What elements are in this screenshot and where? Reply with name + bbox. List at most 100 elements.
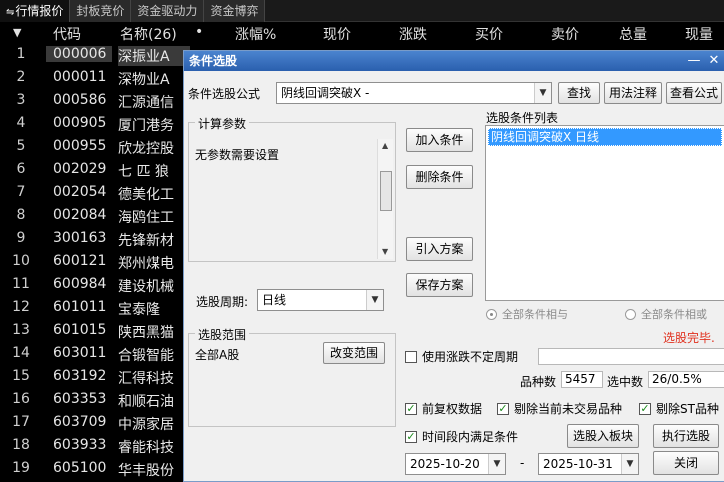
date-separator: -: [520, 456, 525, 470]
row-index: 1: [16, 46, 26, 62]
check-icon: ✓: [497, 401, 509, 415]
minimize-icon[interactable]: —: [686, 51, 702, 71]
date-to-picker[interactable]: 2025-10-31 ▼: [538, 453, 639, 475]
row-code: 000586: [53, 92, 107, 108]
row-code: 000905: [53, 115, 107, 131]
condition-list-title: 选股条件列表: [486, 111, 559, 125]
row-name: 中源家居: [118, 417, 174, 433]
tab-bar: 行情报价 封板竞价 资金驱动力 资金博弈: [0, 0, 724, 22]
execute-button[interactable]: 执行选股: [653, 424, 719, 448]
check-icon: ✓: [405, 429, 417, 443]
params-scrollbar[interactable]: ▲ ▼: [377, 139, 393, 259]
col-ask[interactable]: 卖价: [551, 24, 579, 44]
row-index: 4: [16, 115, 26, 131]
row-index: 15: [12, 368, 30, 384]
time-range-checkbox[interactable]: ✓ 时间段内满足条件: [405, 428, 518, 445]
period-select[interactable]: 日线 ▼: [257, 289, 384, 311]
col-bid[interactable]: 买价: [475, 24, 503, 44]
radio-or-label: 全部条件相或: [641, 308, 707, 321]
col-volume[interactable]: 总量: [619, 24, 647, 44]
formula-select[interactable]: 阴线回调突破X - ▼: [276, 82, 552, 104]
selected-label: 选中数: [607, 375, 644, 389]
view-formula-button[interactable]: 查看公式: [666, 82, 722, 104]
usage-notes-button[interactable]: 用法注释: [604, 82, 662, 104]
range-value: 全部A股: [195, 348, 240, 362]
params-title: 计算参数: [195, 115, 250, 132]
add-to-block-button[interactable]: 选股入板块: [567, 424, 639, 448]
row-name: 宝泰隆: [118, 302, 160, 318]
period-label: 选股周期:: [196, 295, 249, 309]
row-code: 002084: [53, 207, 107, 223]
exclude-st-checkbox[interactable]: ✓ 剔除ST品种: [639, 400, 719, 417]
date-to-value: 2025-10-31: [543, 457, 613, 471]
row-index: 13: [12, 322, 30, 338]
row-name: 欣龙控股: [118, 141, 174, 157]
row-index: 3: [16, 92, 26, 108]
use-period-checkbox[interactable]: 使用涨跌不定周期: [405, 348, 518, 365]
status-text: 选股完毕.: [663, 331, 715, 345]
row-index: 8: [16, 207, 26, 223]
radio-dot: [486, 308, 497, 320]
col-current-vol[interactable]: 现量: [685, 24, 713, 44]
add-condition-button[interactable]: 加入条件: [406, 128, 473, 152]
tab-quotes[interactable]: 行情报价: [0, 0, 71, 22]
tab-fund-drive[interactable]: 资金驱动力: [131, 0, 205, 22]
scroll-thumb[interactable]: [380, 171, 392, 211]
row-index: 2: [16, 69, 26, 85]
check-icon: ✓: [639, 401, 651, 415]
period-input[interactable]: [538, 348, 724, 365]
row-index: 11: [12, 276, 30, 292]
tab-limit-auction[interactable]: 封板竞价: [70, 0, 132, 22]
row-name: 先锋新材: [118, 233, 174, 249]
col-name[interactable]: 名称(26): [120, 24, 177, 44]
chevron-down-icon[interactable]: ▼: [488, 454, 505, 474]
close-button[interactable]: 关闭: [653, 451, 719, 475]
scroll-up-icon[interactable]: ▲: [382, 141, 388, 150]
row-code: 300163: [53, 230, 107, 246]
row-name: 华丰股份: [118, 463, 174, 479]
row-index: 18: [12, 437, 30, 453]
row-code: 600121: [53, 253, 107, 269]
chevron-down-icon[interactable]: ▼: [621, 454, 638, 474]
row-index: 16: [12, 391, 30, 407]
delete-condition-button[interactable]: 删除条件: [406, 165, 473, 189]
row-name: 合锻智能: [118, 348, 174, 364]
col-price[interactable]: 现价: [323, 24, 351, 44]
condition-list[interactable]: 阴线回调突破X 日线: [485, 125, 724, 301]
exclude-suspended-checkbox[interactable]: ✓ 剔除当前未交易品种: [497, 400, 622, 417]
scroll-down-icon[interactable]: ▼: [382, 247, 388, 256]
pre-adjust-checkbox[interactable]: ✓ 前复权数据: [405, 400, 482, 417]
row-name: 七 匹 狼: [118, 164, 169, 180]
row-code: 600984: [53, 276, 107, 292]
import-plan-button[interactable]: 引入方案: [406, 237, 473, 261]
row-code: 603933: [53, 437, 107, 453]
chevron-down-icon[interactable]: ▼: [534, 83, 551, 103]
params-text: 无参数需要设置: [195, 148, 280, 162]
exclude-suspended-label: 剔除当前未交易品种: [514, 402, 623, 416]
save-plan-button[interactable]: 保存方案: [406, 273, 473, 297]
sort-icon[interactable]: ▼: [13, 26, 21, 39]
row-name: 郑州煤电: [118, 256, 174, 272]
radio-or[interactable]: 全部条件相或: [625, 306, 707, 322]
count-label: 品种数: [520, 375, 557, 389]
row-code: 605100: [53, 460, 107, 476]
dialog-titlebar[interactable]: 条件选股 — ✕: [184, 51, 724, 71]
row-code: 000011: [53, 69, 107, 85]
exclude-st-label: 剔除ST品种: [656, 402, 719, 416]
count-value: 5457: [561, 371, 603, 388]
find-button[interactable]: 查找: [558, 82, 600, 104]
formula-value: 阴线回调突破X -: [281, 86, 370, 100]
date-from-picker[interactable]: 2025-10-20 ▼: [405, 453, 506, 475]
close-icon[interactable]: ✕: [706, 51, 722, 71]
change-range-button[interactable]: 改变范围: [323, 342, 385, 364]
col-change[interactable]: 涨跌: [399, 24, 427, 44]
tab-fund-game[interactable]: 资金博弈: [204, 0, 266, 22]
radio-and[interactable]: 全部条件相与: [486, 306, 568, 322]
row-index: 17: [12, 414, 30, 430]
col-code[interactable]: 代码: [53, 24, 81, 44]
list-item[interactable]: 阴线回调突破X 日线: [488, 128, 722, 146]
col-change-pct[interactable]: 涨幅%: [235, 24, 276, 44]
chevron-down-icon[interactable]: ▼: [366, 290, 383, 310]
selected-value: 26/0.5%: [648, 371, 724, 388]
radio-and-label: 全部条件相与: [502, 308, 568, 321]
